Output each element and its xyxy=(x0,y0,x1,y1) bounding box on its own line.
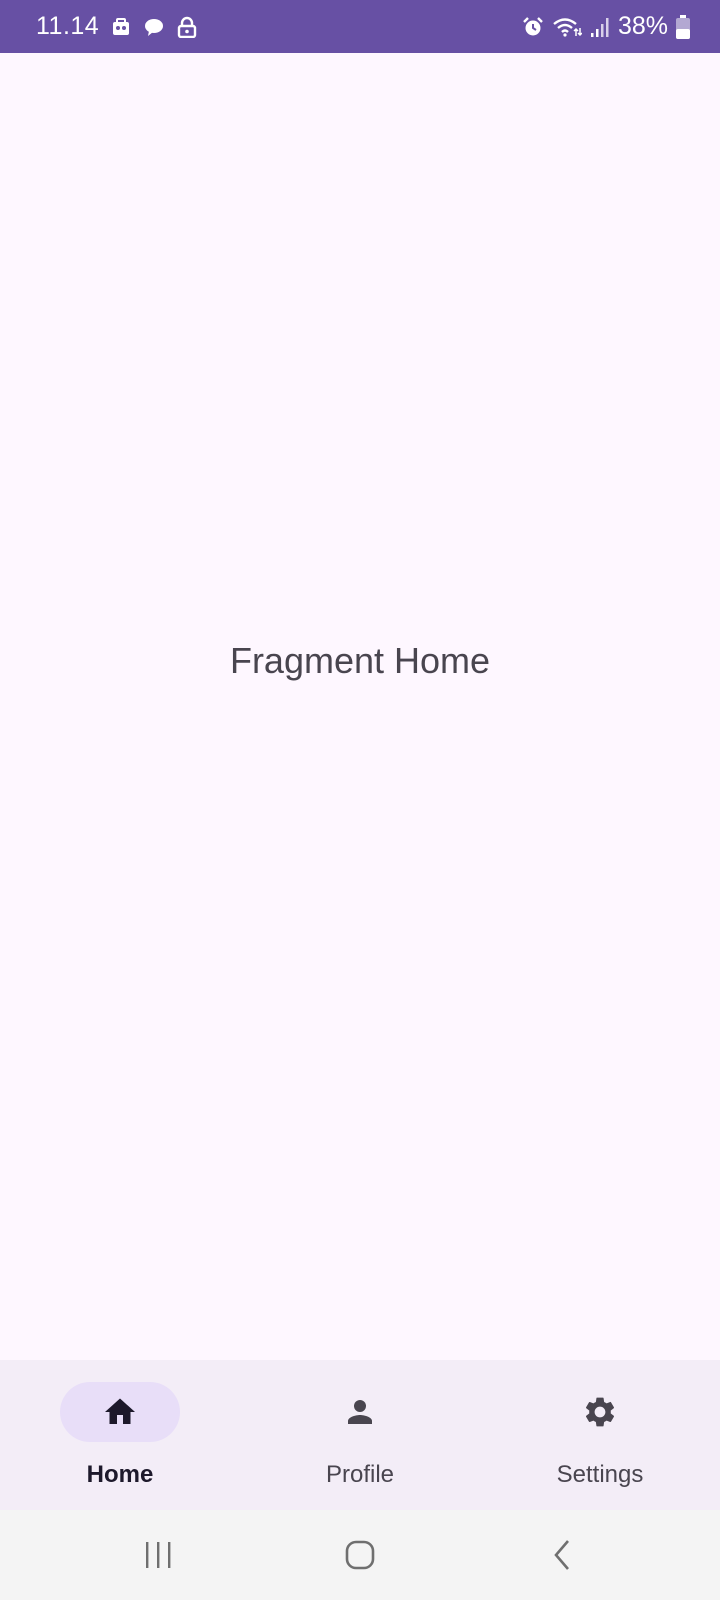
status-bar: 11.14 38% xyxy=(0,0,720,53)
nav-label-home: Home xyxy=(86,1461,154,1488)
home-system-button[interactable] xyxy=(300,1510,420,1600)
nav-item-home[interactable]: Home xyxy=(0,1360,240,1510)
recent-apps-icon xyxy=(143,1540,173,1570)
nav-item-settings[interactable]: Settings xyxy=(480,1360,720,1510)
nav-icon-holder xyxy=(540,1382,660,1442)
fragment-title: Fragment Home xyxy=(229,640,491,681)
status-left-group: 11.14 xyxy=(36,0,197,53)
lock-icon xyxy=(177,16,197,38)
status-time: 11.14 xyxy=(36,12,100,40)
back-icon xyxy=(550,1538,574,1572)
battery-icon xyxy=(676,14,690,39)
home-icon xyxy=(102,1394,138,1430)
fragment-container: Fragment Home xyxy=(0,53,720,1360)
gear-icon xyxy=(582,1394,618,1430)
home-circle-icon xyxy=(344,1539,376,1571)
app-notification-icon xyxy=(111,17,131,37)
status-right-group: 38% xyxy=(522,0,690,53)
chat-bubble-icon xyxy=(143,16,165,38)
nav-item-profile[interactable]: Profile xyxy=(240,1360,480,1510)
alarm-icon xyxy=(522,16,544,38)
person-icon xyxy=(342,1394,378,1430)
nav-icon-holder xyxy=(300,1382,420,1442)
nav-label-settings: Settings xyxy=(556,1461,644,1488)
active-indicator xyxy=(60,1382,180,1442)
battery-percent: 38% xyxy=(617,12,668,40)
system-navigation-bar xyxy=(0,1510,720,1600)
wifi-icon xyxy=(552,16,582,38)
recent-apps-button[interactable] xyxy=(98,1510,218,1600)
back-button[interactable] xyxy=(502,1510,622,1600)
nav-label-profile: Profile xyxy=(325,1461,395,1488)
signal-icon xyxy=(590,16,610,38)
bottom-navigation: Home Profile Settings xyxy=(0,1360,720,1510)
